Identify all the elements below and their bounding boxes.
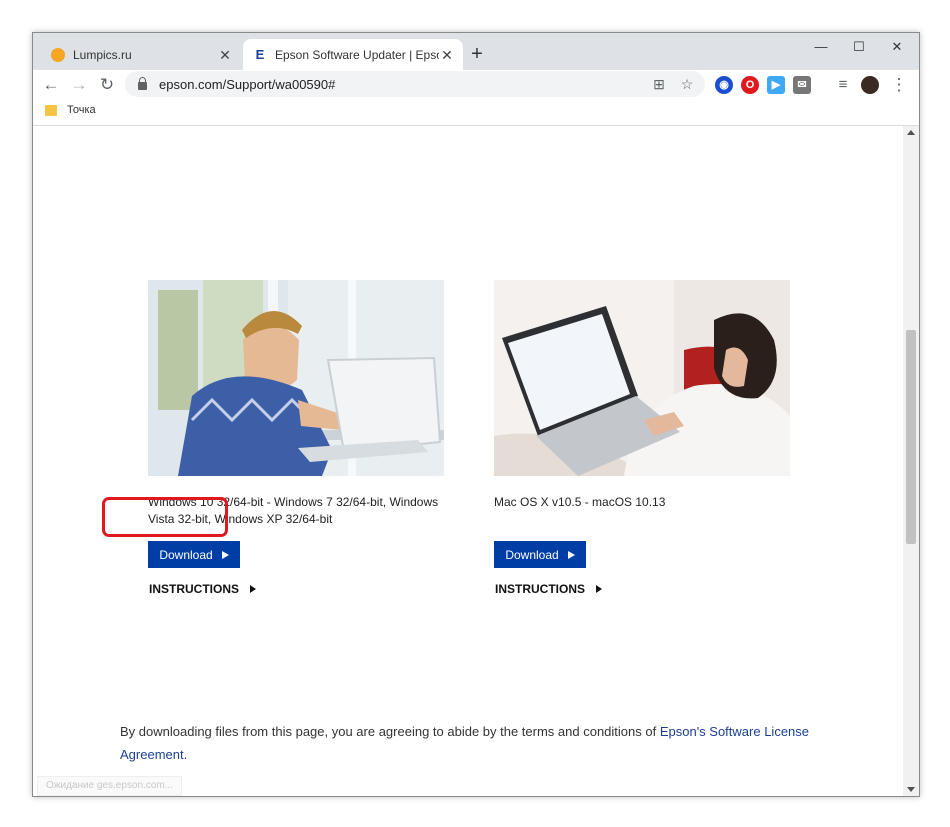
instructions-label: INSTRUCTIONS bbox=[495, 582, 585, 596]
maximize-button[interactable]: ☐ bbox=[841, 33, 877, 61]
bookmarks-bar: Точка bbox=[33, 100, 919, 126]
lock-icon[interactable] bbox=[137, 77, 149, 91]
arrow-right-icon bbox=[250, 585, 256, 593]
close-tab-icon[interactable]: ✕ bbox=[217, 47, 233, 63]
agreement-period: . bbox=[183, 747, 188, 762]
lumpics-favicon-icon bbox=[51, 47, 65, 62]
download-highlight-annotation bbox=[102, 497, 228, 537]
mac-download-card: Mac OS X v10.5 - macOS 10.13 Download IN… bbox=[494, 280, 790, 596]
mac-user-photo bbox=[494, 280, 790, 476]
back-button[interactable]: ← bbox=[39, 73, 63, 97]
tab-epson[interactable]: E Epson Software Updater | Epson ✕ bbox=[243, 39, 463, 70]
address-bar[interactable]: epson.com/Support/wa00590# ⊞ ☆ bbox=[125, 71, 705, 97]
windows-user-photo bbox=[148, 280, 444, 476]
windows-download-card: Windows 10 32/64-bit - Windows 7 32/64-b… bbox=[148, 280, 444, 596]
license-agreement-text: By downloading files from this page, you… bbox=[120, 720, 820, 766]
agreement-text: By downloading files from this page, you… bbox=[120, 724, 660, 739]
url-text[interactable]: epson.com/Support/wa00590# bbox=[159, 77, 649, 92]
tab-lumpics[interactable]: Lumpics.ru ✕ bbox=[41, 39, 241, 70]
tab-bar: Lumpics.ru ✕ E Epson Software Updater | … bbox=[33, 33, 919, 70]
page-content: Windows 10 32/64-bit - Windows 7 32/64-b… bbox=[33, 126, 903, 796]
folder-icon bbox=[45, 104, 57, 116]
bookmark-label: Точка bbox=[67, 104, 96, 116]
arrow-right-icon bbox=[596, 585, 602, 593]
mac-os-versions: Mac OS X v10.5 - macOS 10.13 bbox=[494, 495, 666, 509]
vertical-scrollbar[interactable] bbox=[903, 126, 919, 796]
tab-title: Lumpics.ru bbox=[73, 47, 132, 62]
play-arrow-icon bbox=[221, 550, 229, 559]
bookmark-item[interactable]: Точка bbox=[45, 104, 96, 116]
browser-window: Lumpics.ru ✕ E Epson Software Updater | … bbox=[32, 32, 920, 797]
extension-icon[interactable]: ✉ bbox=[793, 76, 811, 94]
browser-toolbar: ← → ↻ epson.com/Support/wa00590# ⊞ ☆ ◉ O… bbox=[33, 70, 919, 100]
profile-avatar[interactable] bbox=[861, 76, 879, 94]
download-label: Download bbox=[159, 547, 213, 562]
new-tab-button[interactable]: + bbox=[465, 43, 489, 67]
play-arrow-icon bbox=[567, 550, 575, 559]
scrollbar-thumb[interactable] bbox=[906, 330, 916, 544]
instructions-label: INSTRUCTIONS bbox=[149, 582, 239, 596]
mac-instructions-link[interactable]: INSTRUCTIONS bbox=[495, 582, 602, 596]
play-extension-icon[interactable]: ▶ bbox=[767, 76, 785, 94]
scroll-up-arrow-icon[interactable] bbox=[907, 130, 915, 135]
mac-download-button[interactable]: Download bbox=[494, 541, 586, 568]
close-tab-icon[interactable]: ✕ bbox=[439, 47, 455, 63]
windows-download-button[interactable]: Download bbox=[148, 541, 240, 568]
browser-menu-icon[interactable]: ⋮ bbox=[887, 73, 911, 97]
status-bar: Ожидание ges.epson.com... bbox=[37, 776, 183, 796]
epson-favicon-icon: E bbox=[255, 46, 265, 62]
close-window-button[interactable]: ✕ bbox=[879, 33, 915, 61]
reload-button[interactable]: ↻ bbox=[95, 73, 119, 97]
browser-extension-globe-icon[interactable]: ◉ bbox=[715, 76, 733, 94]
bookmark-star-icon[interactable]: ☆ bbox=[677, 74, 697, 94]
tab-title: Epson Software Updater | Epson bbox=[275, 47, 439, 62]
translate-icon[interactable]: ⊞ bbox=[649, 74, 669, 94]
scroll-down-arrow-icon[interactable] bbox=[907, 787, 915, 792]
forward-button[interactable]: → bbox=[67, 73, 91, 97]
minimize-button[interactable]: — bbox=[803, 33, 839, 61]
windows-instructions-link[interactable]: INSTRUCTIONS bbox=[149, 582, 256, 596]
download-label: Download bbox=[505, 547, 559, 562]
opera-extension-icon[interactable]: O bbox=[741, 76, 759, 94]
media-control-icon[interactable]: ≡ bbox=[831, 73, 855, 97]
